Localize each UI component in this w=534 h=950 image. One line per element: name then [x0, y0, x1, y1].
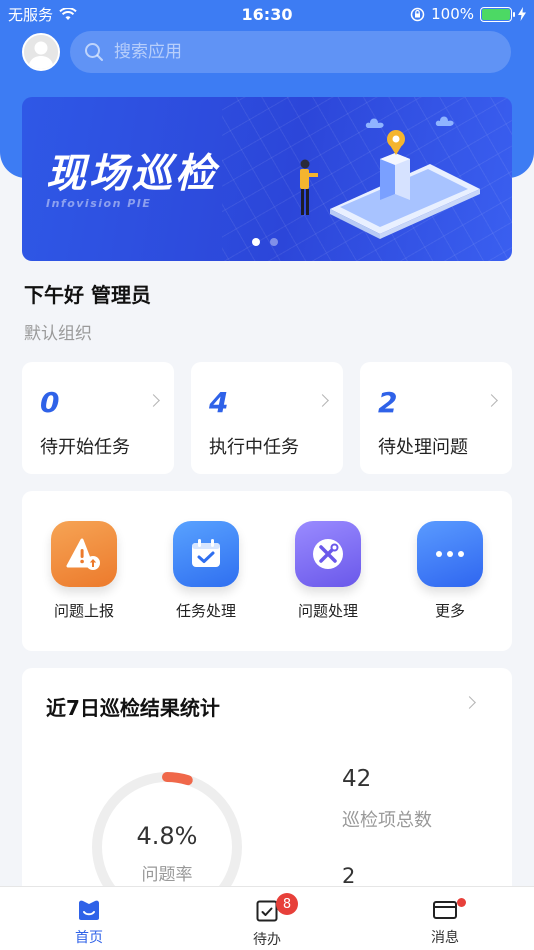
app-label: 更多	[434, 602, 465, 620]
organization-name: 默认组织	[24, 324, 92, 344]
total-items-label: 巡检项总数	[342, 810, 432, 831]
app-label: 问题上报	[53, 602, 114, 620]
user-avatar-icon	[24, 35, 58, 69]
chevron-right-icon	[147, 394, 160, 407]
banner-dot[interactable]	[270, 238, 278, 246]
battery-icon	[480, 6, 515, 22]
search-bar[interactable]	[70, 31, 511, 73]
app-more[interactable]: 更多	[400, 521, 500, 621]
search-icon	[85, 43, 103, 61]
problem-rate-value: 4.8%	[136, 822, 198, 850]
secondary-stat-value: 2	[342, 864, 356, 888]
tab-bar: 首页 8 待办 消息	[0, 886, 534, 950]
home-icon	[79, 900, 99, 920]
chevron-right-icon[interactable]	[463, 696, 476, 709]
banner-title: 现场巡检	[46, 151, 218, 197]
status-bar: 无服务 16:30 100%	[0, 0, 534, 28]
app-problem-process[interactable]: 问题处理	[278, 521, 378, 621]
stat-card-running-tasks[interactable]: 4 执行中任务	[191, 362, 343, 474]
banner-carousel[interactable]: 现场巡检 Infovision PIE	[22, 97, 512, 261]
banner-dots	[252, 238, 278, 246]
more-dots-icon	[417, 521, 483, 587]
chevron-right-icon	[316, 394, 329, 407]
app-label: 问题处理	[297, 602, 358, 620]
avatar[interactable]	[22, 33, 60, 71]
stat-card-pending-problems[interactable]: 2 待处理问题	[360, 362, 512, 474]
stat-label: 执行中任务	[209, 437, 299, 458]
tab-messages[interactable]: 消息	[356, 887, 534, 950]
stat-label: 待处理问题	[378, 437, 468, 458]
message-unread-dot	[457, 898, 466, 907]
stat-card-pending-tasks[interactable]: 0 待开始任务	[22, 362, 174, 474]
apps-grid: 问题上报 任务处理 问题处理 更多	[22, 491, 512, 651]
greeting-text: 下午好 管理员	[24, 283, 151, 307]
banner-dot[interactable]	[252, 238, 260, 246]
tab-todo[interactable]: 8 待办	[178, 887, 356, 950]
problem-rate-label: 问题率	[141, 865, 193, 885]
stat-value: 0	[40, 386, 60, 419]
tools-icon	[295, 521, 361, 587]
tab-label: 首页	[75, 930, 103, 946]
warning-upload-icon	[51, 521, 117, 587]
total-items-value: 42	[342, 766, 372, 792]
search-input[interactable]	[114, 42, 494, 62]
banner-subtitle: Infovision PIE	[46, 197, 152, 210]
inspection-illustration	[300, 116, 480, 239]
status-time: 16:30	[241, 4, 293, 24]
app-problem-report[interactable]: 问题上报	[34, 521, 134, 621]
app-label: 任务处理	[175, 602, 236, 620]
tab-label: 消息	[431, 930, 459, 946]
chevron-right-icon	[485, 394, 498, 407]
stat-label: 待开始任务	[40, 437, 130, 458]
tab-label: 待办	[253, 932, 281, 948]
stats-title: 近7日巡检结果统计	[46, 696, 220, 720]
todo-badge: 8	[276, 893, 298, 915]
stat-value: 4	[209, 386, 229, 419]
tab-home[interactable]: 首页	[0, 887, 178, 950]
message-icon	[433, 901, 457, 919]
stat-value: 2	[378, 386, 398, 419]
app-task-process[interactable]: 任务处理	[156, 521, 256, 621]
calendar-check-icon	[173, 521, 239, 587]
